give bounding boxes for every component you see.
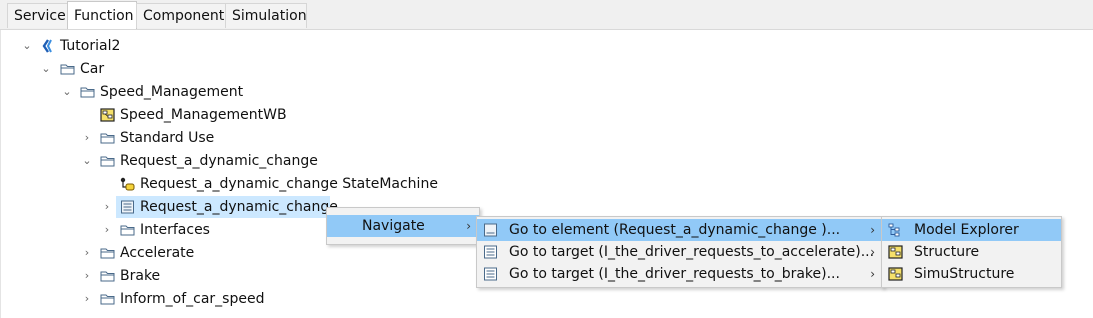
menu-item-go-to-target-brake-label: Go to target (I_the_driver_requests_to_b… — [509, 266, 840, 282]
tab-component[interactable]: Component — [136, 3, 226, 28]
menu-item-simustructure-label: SimuStructure — [914, 266, 1015, 282]
menu-item-simustructure[interactable]: SimuStructure — [882, 263, 1061, 285]
tab-function[interactable]: Function — [67, 1, 137, 29]
folder-icon — [100, 133, 115, 144]
tree-item-standard-use[interactable]: › Standard Use — [1, 127, 401, 149]
chevron-right-icon[interactable]: › — [81, 288, 93, 310]
tree-label-request-folder: Request_a_dynamic_change — [120, 153, 318, 169]
folder-icon — [100, 271, 115, 282]
folder-icon — [100, 248, 115, 259]
tree-label-interfaces: Interfaces — [140, 222, 210, 238]
menu-item-go-to-element-label: Go to element (Request_a_dynamic_change … — [509, 222, 841, 238]
chevron-right-icon[interactable]: › — [81, 127, 93, 149]
chevron-right-icon: › — [466, 219, 471, 233]
menu-item-navigate[interactable]: Navigate › — [327, 215, 479, 237]
tree-item-accelerate[interactable]: › Accelerate — [1, 242, 321, 264]
tree-label-speed-management: Speed_Management — [100, 84, 244, 100]
menu-item-go-to-target-brake[interactable]: Go to target (I_the_driver_requests_to_b… — [477, 263, 883, 285]
tab-service[interactable]: Service — [7, 3, 68, 28]
folder-icon — [80, 87, 95, 98]
tree-label-accelerate: Accelerate — [120, 245, 195, 261]
workbench-diagram-icon — [100, 108, 115, 122]
tree-item-speed-management-wb[interactable]: Speed_ManagementWB — [1, 104, 401, 126]
menu-item-structure-label: Structure — [914, 244, 980, 260]
function-block-icon — [484, 223, 497, 237]
chevron-right-icon[interactable]: › — [81, 242, 93, 264]
menu-item-go-to-element[interactable]: Go to element (Request_a_dynamic_change … — [477, 219, 883, 241]
tree-label-state-machine: Request_a_dynamic_change StateMachine — [140, 176, 438, 192]
folder-icon — [100, 294, 115, 305]
chevron-right-icon[interactable]: › — [101, 196, 113, 218]
function-block-icon — [121, 200, 134, 214]
project-icon — [42, 39, 52, 53]
interface-icon — [484, 245, 497, 259]
structure-diagram-icon — [888, 245, 903, 259]
tree-label-car: Car — [80, 61, 105, 77]
chevron-down-icon[interactable]: ⌄ — [21, 35, 33, 57]
menu-item-model-explorer[interactable]: Model Explorer — [882, 219, 1061, 241]
tree-item-speed-management[interactable]: ⌄ Speed_Management — [1, 81, 401, 103]
chevron-right-icon[interactable]: › — [81, 265, 93, 287]
simustructure-diagram-icon — [888, 267, 903, 281]
chevron-right-icon: › — [870, 245, 875, 259]
context-menu: Navigate › — [326, 207, 480, 245]
chevron-down-icon[interactable]: ⌄ — [81, 150, 93, 172]
interface-icon — [484, 267, 497, 281]
tree-item-request-folder[interactable]: ⌄ Request_a_dynamic_change — [1, 150, 401, 172]
view-tab-bar: Service Function Component Simulation — [0, 0, 1093, 30]
tree-label-speed-management-wb: Speed_ManagementWB — [120, 107, 287, 123]
tree-label-standard-use: Standard Use — [120, 130, 215, 146]
tree-label-brake: Brake — [120, 268, 161, 284]
tree-item-inform-of-car-speed[interactable]: › Inform_of_car_speed — [1, 288, 321, 310]
chevron-down-icon[interactable]: ⌄ — [40, 58, 52, 80]
go-to-element-submenu: Model Explorer Structure SimuStructure — [881, 216, 1062, 288]
menu-item-go-to-target-accelerate-label: Go to target (I_the_driver_requests_to_a… — [509, 244, 875, 260]
tree-item-state-machine[interactable]: Request_a_dynamic_change StateMachine — [1, 173, 441, 195]
tree-item-request-block[interactable]: Request_a_dynamic_change — [116, 196, 338, 218]
model-explorer-icon — [888, 223, 900, 237]
tree-item-interfaces[interactable]: › Interfaces — [1, 219, 321, 241]
chevron-down-icon[interactable]: ⌄ — [61, 81, 73, 103]
folder-icon — [120, 225, 135, 236]
navigate-submenu: Go to element (Request_a_dynamic_change … — [476, 216, 884, 288]
tab-simulation[interactable]: Simulation — [225, 3, 307, 28]
chevron-right-icon: › — [870, 223, 875, 237]
menu-item-model-explorer-label: Model Explorer — [914, 222, 1019, 238]
menu-item-go-to-target-accelerate[interactable]: Go to target (I_the_driver_requests_to_a… — [477, 241, 883, 263]
tree-item-car[interactable]: ⌄ Car — [1, 58, 401, 80]
tree-item-brake[interactable]: › Brake — [1, 265, 321, 287]
menu-item-navigate-label: Navigate — [362, 218, 425, 234]
chevron-right-icon: › — [870, 267, 875, 281]
tree-label-inform-of-car-speed: Inform_of_car_speed — [120, 291, 265, 307]
tree-label-request-block: Request_a_dynamic_change — [140, 199, 338, 215]
menu-item-structure[interactable]: Structure — [882, 241, 1061, 263]
tree-item-tutorial2[interactable]: ⌄ Tutorial2 — [1, 35, 401, 57]
folder-icon — [60, 64, 75, 75]
state-machine-icon — [120, 177, 135, 191]
chevron-right-icon[interactable]: › — [101, 219, 113, 241]
folder-icon — [100, 156, 115, 167]
tree-label-tutorial2: Tutorial2 — [60, 38, 121, 54]
